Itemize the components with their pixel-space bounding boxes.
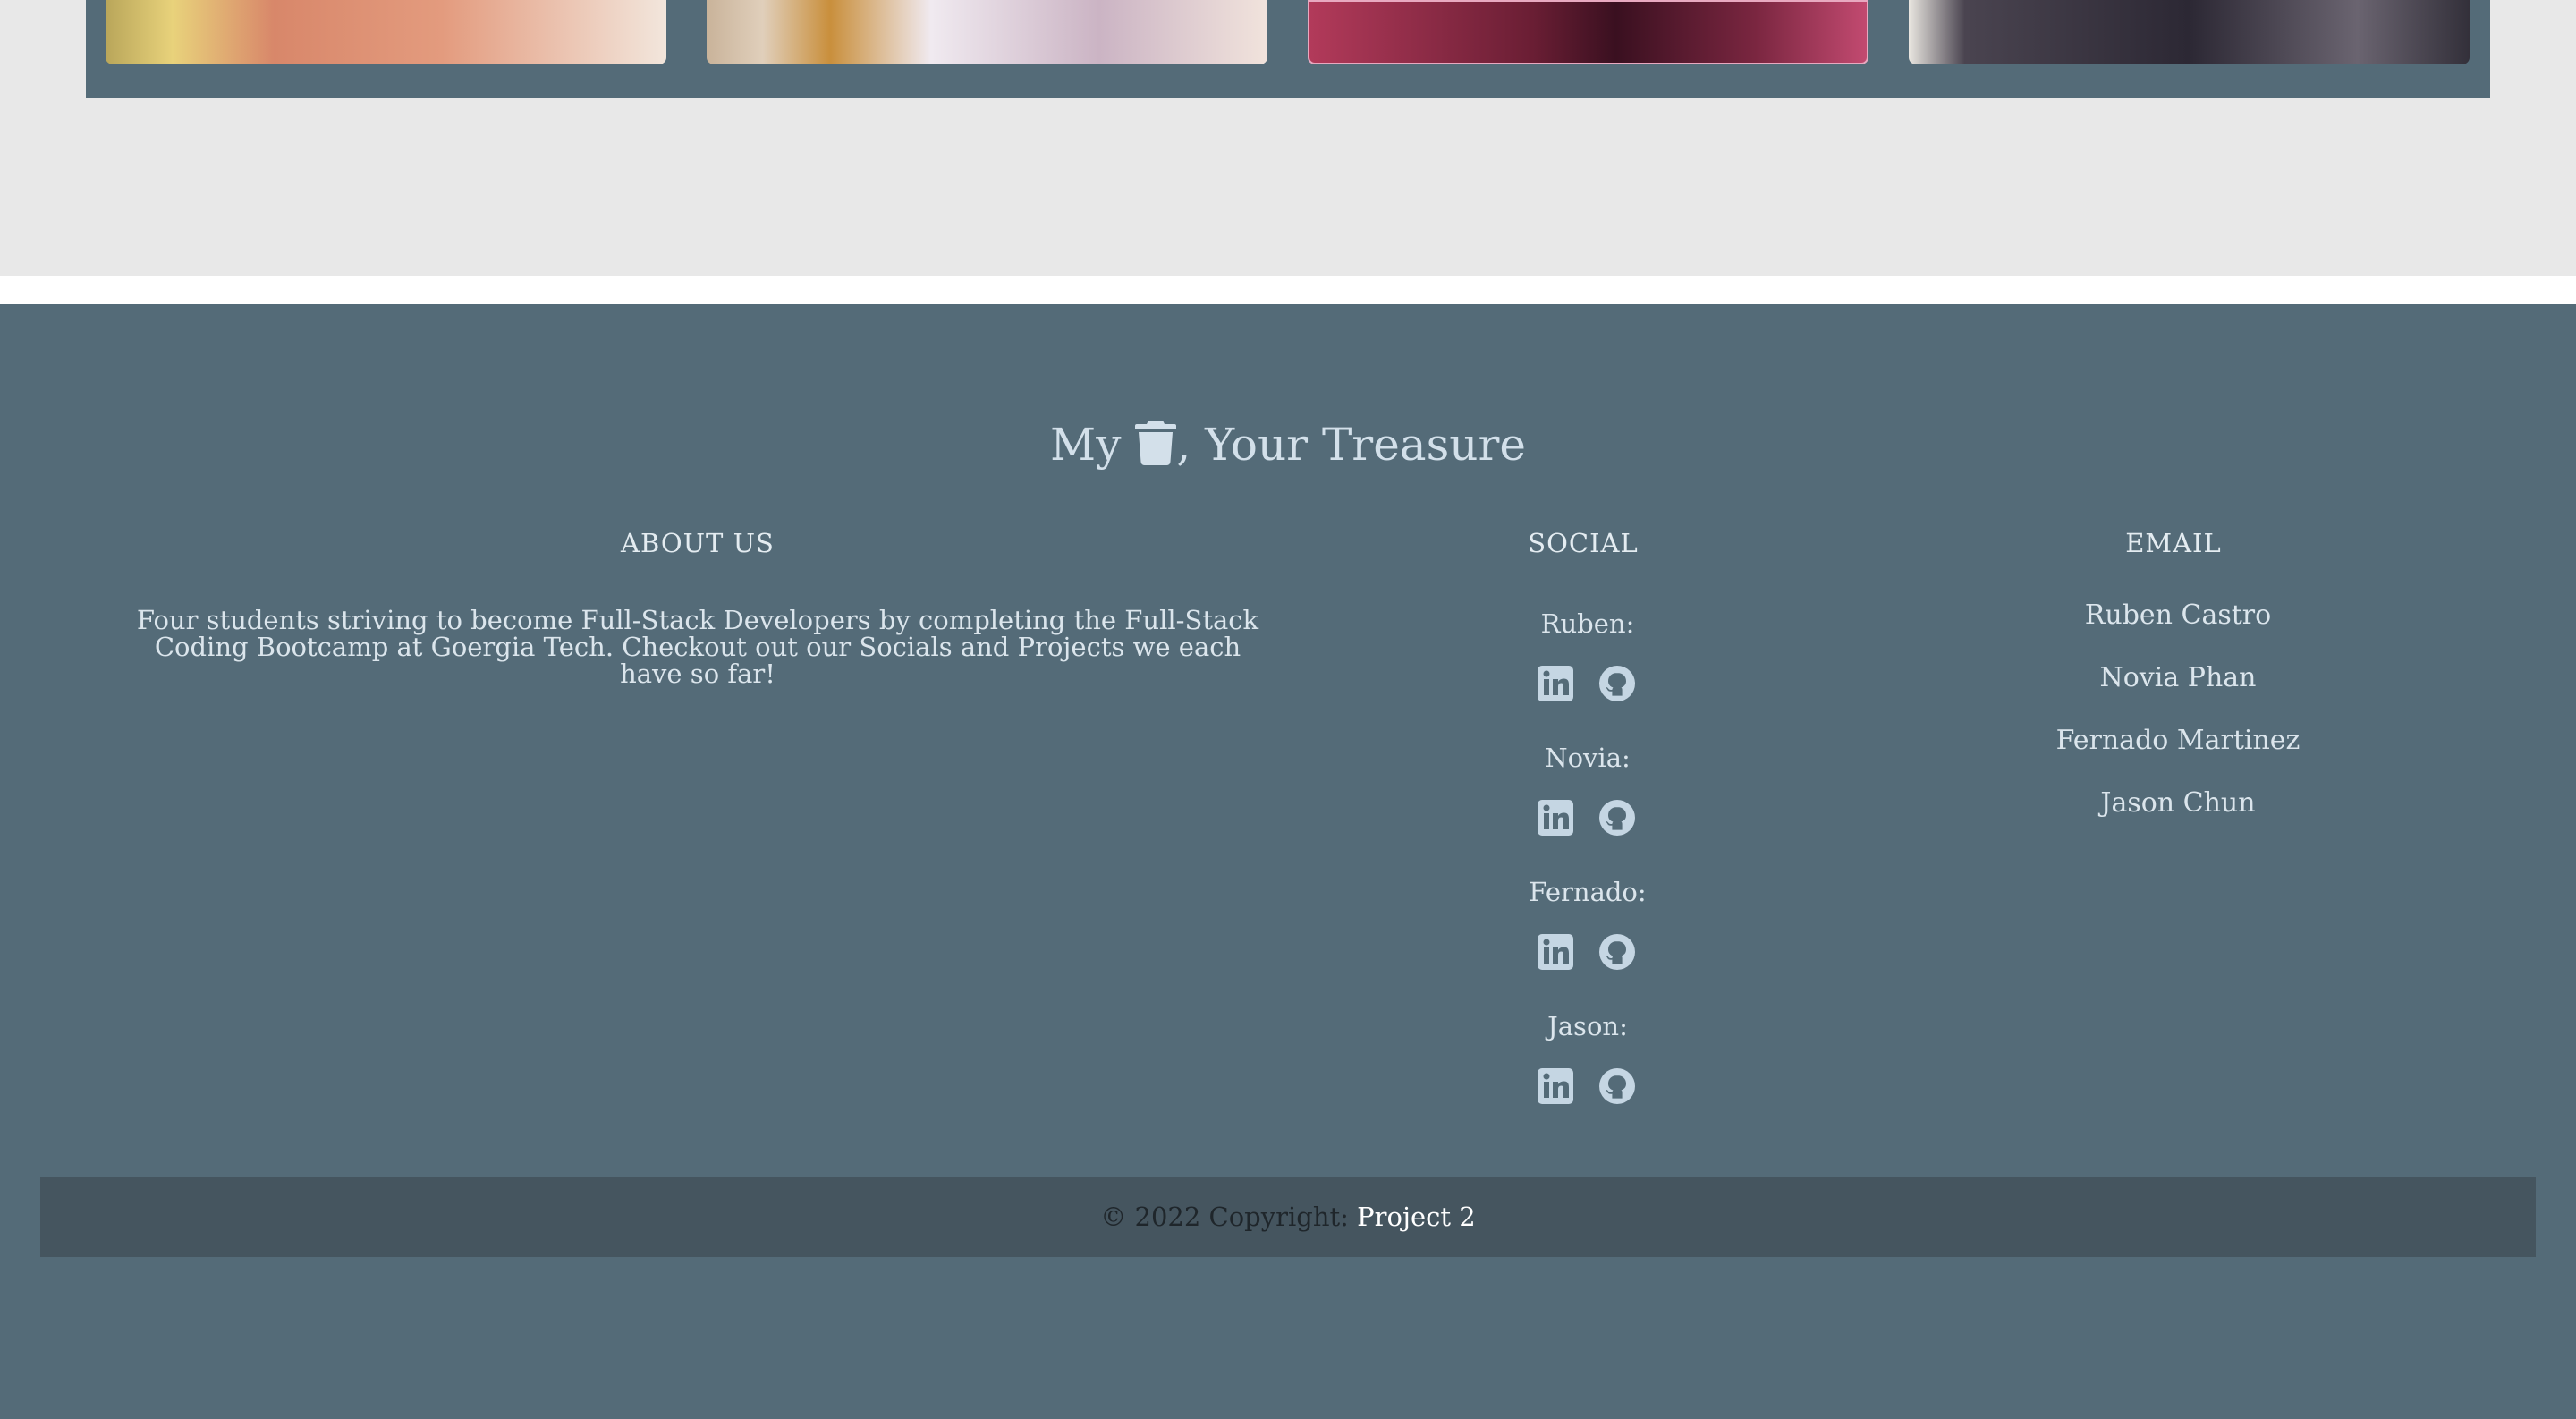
about-heading: ABOUT US [621, 528, 775, 558]
github-icon[interactable] [1597, 664, 1637, 703]
gallery-section [86, 0, 2490, 98]
social-person-label: Ruben: [1540, 608, 1635, 639]
social-heading: SOCIAL [1528, 528, 1639, 558]
email-link-ruben[interactable]: Ruben Castro [1999, 599, 2357, 662]
github-icon[interactable] [1597, 798, 1637, 837]
social-person-label: Jason: [1547, 1011, 1628, 1041]
email-link-fernado[interactable]: Fernado Martinez [1999, 725, 2357, 787]
section-divider [0, 276, 2576, 304]
linkedin-icon[interactable] [1536, 798, 1575, 837]
linkedin-icon[interactable] [1536, 664, 1575, 703]
github-icon[interactable] [1597, 932, 1637, 972]
copyright-bar: © 2022 Copyright: Project 2 [40, 1177, 2536, 1257]
project-link[interactable]: Project 2 [1357, 1202, 1476, 1232]
github-icon[interactable] [1597, 1066, 1637, 1106]
email-heading: EMAIL [2125, 528, 2222, 558]
social-person-jason: Jason: [1409, 1011, 1767, 1145]
gallery-image-3[interactable] [1308, 0, 1868, 64]
social-person-fernado: Fernado: [1409, 877, 1767, 1011]
brand-suffix: , Your Treasure [1176, 419, 1526, 471]
linkedin-icon[interactable] [1536, 932, 1575, 972]
brand-prefix: My [1050, 419, 1122, 471]
gallery-image-4[interactable] [1909, 0, 2470, 64]
email-list: Ruben Castro Novia Phan Fernado Martinez… [1999, 599, 2357, 850]
social-person-label: Fernado: [1529, 877, 1647, 907]
gallery-image-2[interactable] [707, 0, 1267, 64]
social-person-ruben: Ruben: [1409, 608, 1767, 743]
social-person-label: Novia: [1545, 743, 1631, 773]
social-list: Ruben: Novia: Fernado: Jason: [1409, 608, 1767, 1145]
site-footer: My , Your Treasure ABOUT US SOCIAL EMAIL… [0, 304, 2576, 1419]
email-link-novia[interactable]: Novia Phan [1999, 662, 2357, 725]
trash-icon [1135, 419, 1177, 465]
linkedin-icon[interactable] [1536, 1066, 1575, 1106]
email-link-jason[interactable]: Jason Chun [1999, 787, 2357, 850]
gallery-image-1[interactable] [106, 0, 666, 64]
footer-brand: My , Your Treasure [0, 419, 2576, 471]
about-text: Four students striving to become Full-St… [136, 605, 1259, 689]
copyright-text: © 2022 Copyright: [1100, 1202, 1349, 1232]
social-person-novia: Novia: [1409, 743, 1767, 877]
